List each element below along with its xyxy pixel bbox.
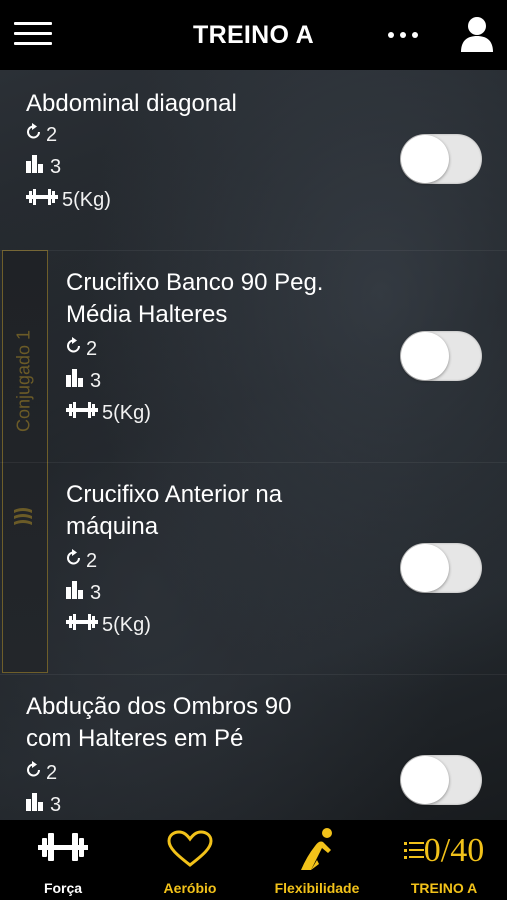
dumbbell-icon — [0, 830, 126, 864]
series-stat: 2 — [26, 761, 57, 785]
exercise-card: Crucifixo Anterior na máquina 2 3 5(Kg) — [0, 462, 507, 674]
exercise-name-line-1: Crucifixo Banco 90 Peg. — [66, 269, 324, 296]
exercise-name-line-2: Média Halteres — [66, 301, 228, 328]
exercise-list[interactable]: Conjugado 1 Abdominal diagonal 2 3 5(Kg)… — [0, 70, 507, 820]
tab-aerobio[interactable]: Aeróbio — [127, 820, 253, 900]
bars-icon — [26, 793, 50, 817]
series-stat: 2 — [66, 549, 97, 573]
series-value: 2 — [46, 761, 58, 784]
tab-label: TREINO A — [410, 880, 478, 896]
bars-icon — [26, 155, 50, 179]
tab-label: Aeróbio — [163, 880, 217, 896]
series-stat: 2 — [26, 123, 57, 147]
repeat-icon — [26, 761, 46, 785]
reps-value: 3 — [90, 369, 102, 392]
exercise-name-line-1: Abdução dos Ombros 90 — [26, 693, 292, 720]
weight-stat: 5(Kg) — [66, 613, 151, 637]
tab-treino[interactable]: 0/40 TREINO A — [381, 820, 507, 900]
reps-stat: 3 — [66, 369, 101, 393]
exercise-done-toggle[interactable] — [400, 134, 482, 184]
heart-icon — [127, 830, 253, 868]
more-dots-icon[interactable] — [388, 26, 418, 44]
weight-stat: 5(Kg) — [66, 401, 151, 425]
dumbbell-small-icon — [26, 188, 62, 212]
dumbbell-small-icon — [66, 401, 102, 425]
reps-stat: 3 — [26, 793, 61, 817]
exercise-card: Abdução dos Ombros 90 com Halteres em Pé… — [0, 674, 507, 820]
series-value: 2 — [86, 337, 98, 360]
stretching-figure-icon — [254, 826, 380, 872]
hamburger-menu-icon[interactable] — [14, 22, 52, 48]
user-profile-icon[interactable] — [460, 16, 494, 52]
dumbbell-small-icon — [66, 613, 102, 637]
series-stat: 2 — [66, 337, 97, 361]
exercise-name-line-1: Crucifixo Anterior na — [66, 481, 283, 508]
repeat-icon — [66, 337, 86, 361]
weight-value: 5(Kg) — [102, 613, 151, 636]
weight-value: 5(Kg) — [62, 188, 111, 211]
reps-stat: 3 — [66, 581, 101, 605]
tab-label: Força — [43, 880, 83, 896]
reps-stat: 3 — [26, 155, 61, 179]
series-value: 2 — [86, 549, 98, 572]
reps-value: 3 — [90, 581, 102, 604]
exercise-name: Abdominal diagonal — [26, 90, 237, 117]
tab-flexibilidade[interactable]: Flexibilidade — [254, 820, 380, 900]
bars-icon — [66, 369, 90, 393]
weight-stat: 5(Kg) — [26, 188, 111, 212]
exercise-card: Crucifixo Banco 90 Peg. Média Halteres 2… — [0, 250, 507, 462]
counter-value: 0/40 — [423, 832, 485, 869]
repeat-icon — [66, 549, 86, 573]
list-icon — [403, 832, 424, 870]
weight-value: 5(Kg) — [102, 401, 151, 424]
top-app-bar: TREINO A — [0, 0, 507, 70]
exercise-card: Abdominal diagonal 2 3 5(Kg) — [0, 70, 507, 250]
tab-forca[interactable]: Força — [0, 820, 126, 900]
exercise-name-line-2: máquina — [66, 513, 159, 540]
series-value: 2 — [46, 123, 58, 146]
tab-label: Flexibilidade — [274, 880, 360, 896]
bottom-tab-bar: Força Aeróbio Flexibilidade 0/40 TREINO … — [0, 820, 507, 900]
exercise-name-line-2: com Halteres em Pé — [26, 725, 244, 752]
exercise-done-toggle[interactable] — [400, 543, 482, 593]
exercise-done-toggle[interactable] — [400, 755, 482, 805]
exercise-done-toggle[interactable] — [400, 331, 482, 381]
repeat-icon — [26, 123, 46, 147]
workout-progress-counter: 0/40 — [403, 832, 485, 870]
reps-value: 3 — [50, 793, 62, 816]
page-title: TREINO A — [193, 20, 314, 49]
bars-icon — [66, 581, 90, 605]
reps-value: 3 — [50, 155, 62, 178]
